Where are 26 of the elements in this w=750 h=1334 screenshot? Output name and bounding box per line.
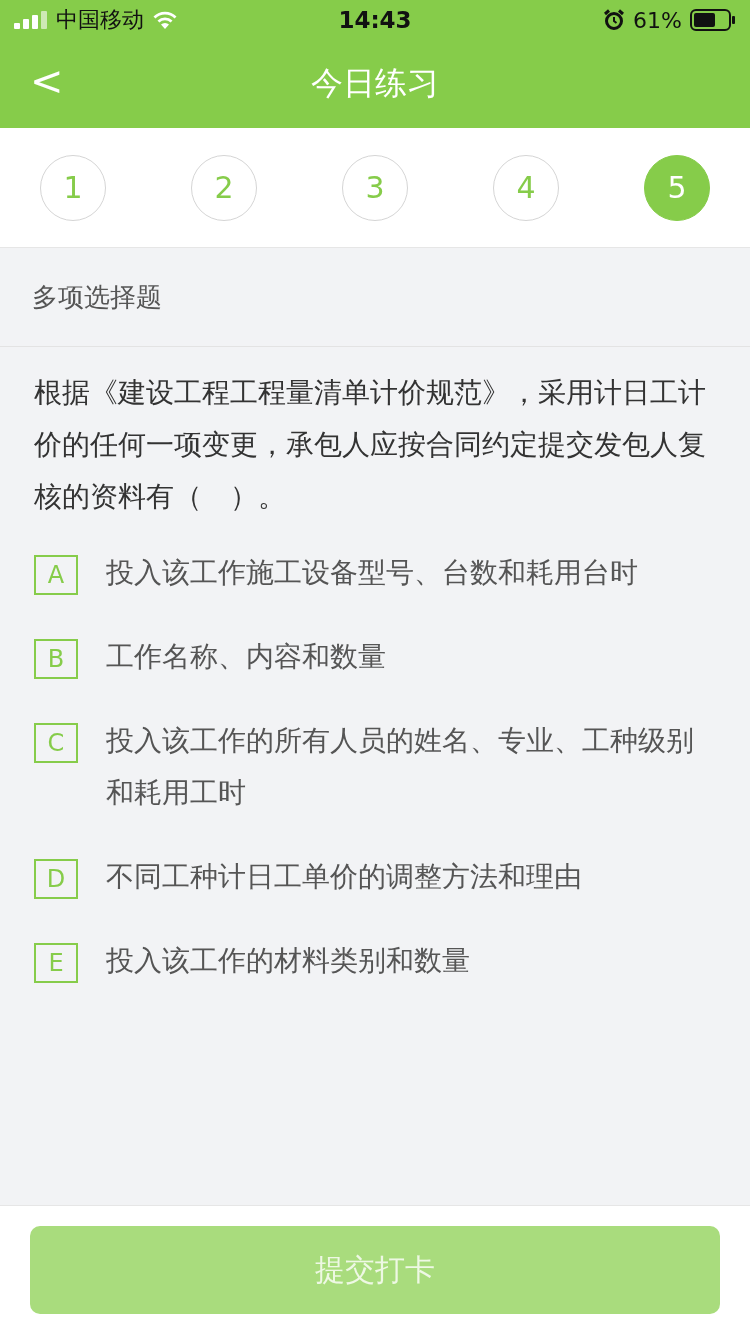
back-button[interactable]: < [22, 54, 72, 108]
wifi-icon [152, 10, 178, 30]
option-letter-box[interactable]: C [34, 723, 78, 763]
battery-icon [690, 9, 736, 31]
question-type: 多项选择题 [32, 280, 162, 314]
status-time: 14:43 [338, 7, 412, 33]
alarm-clock-icon [603, 9, 626, 31]
option-letter-box[interactable]: B [34, 639, 78, 679]
option-text[interactable]: 不同工种计日工单价的调整方法和理由 [106, 851, 582, 903]
question-number-tab[interactable]: 1 [40, 154, 106, 221]
battery-percent: 61% [633, 7, 682, 33]
question-number-tab[interactable]: 4 [493, 154, 559, 221]
option-letter-box[interactable]: E [34, 943, 78, 983]
question-number-tab[interactable]: 5 [644, 154, 710, 221]
option-letter-box[interactable]: A [34, 555, 78, 595]
carrier-name: 中国移动 [56, 6, 144, 34]
question-number-tab[interactable]: 3 [342, 154, 408, 221]
option-text[interactable]: 投入该工作施工设备型号、台数和耗用台时 [106, 547, 638, 599]
option-text[interactable]: 投入该工作的材料类别和数量 [106, 935, 470, 987]
signal-icon [14, 11, 48, 29]
question-number-tab[interactable]: 2 [191, 154, 257, 221]
option-text[interactable]: 投入该工作的所有人员的姓名、专业、工种级别和耗用工时 [106, 715, 720, 819]
page-title: 今日练习 [311, 63, 439, 104]
option-text[interactable]: 工作名称、内容和数量 [106, 631, 386, 683]
question-text: 根据《建设工程工程量清单计价规范》，采用计日工计价的任何一项变更，承包人应按合同约定提交发包人复核的资料有（ ）。 [34, 375, 707, 515]
option-letter-box[interactable]: D [34, 859, 78, 899]
